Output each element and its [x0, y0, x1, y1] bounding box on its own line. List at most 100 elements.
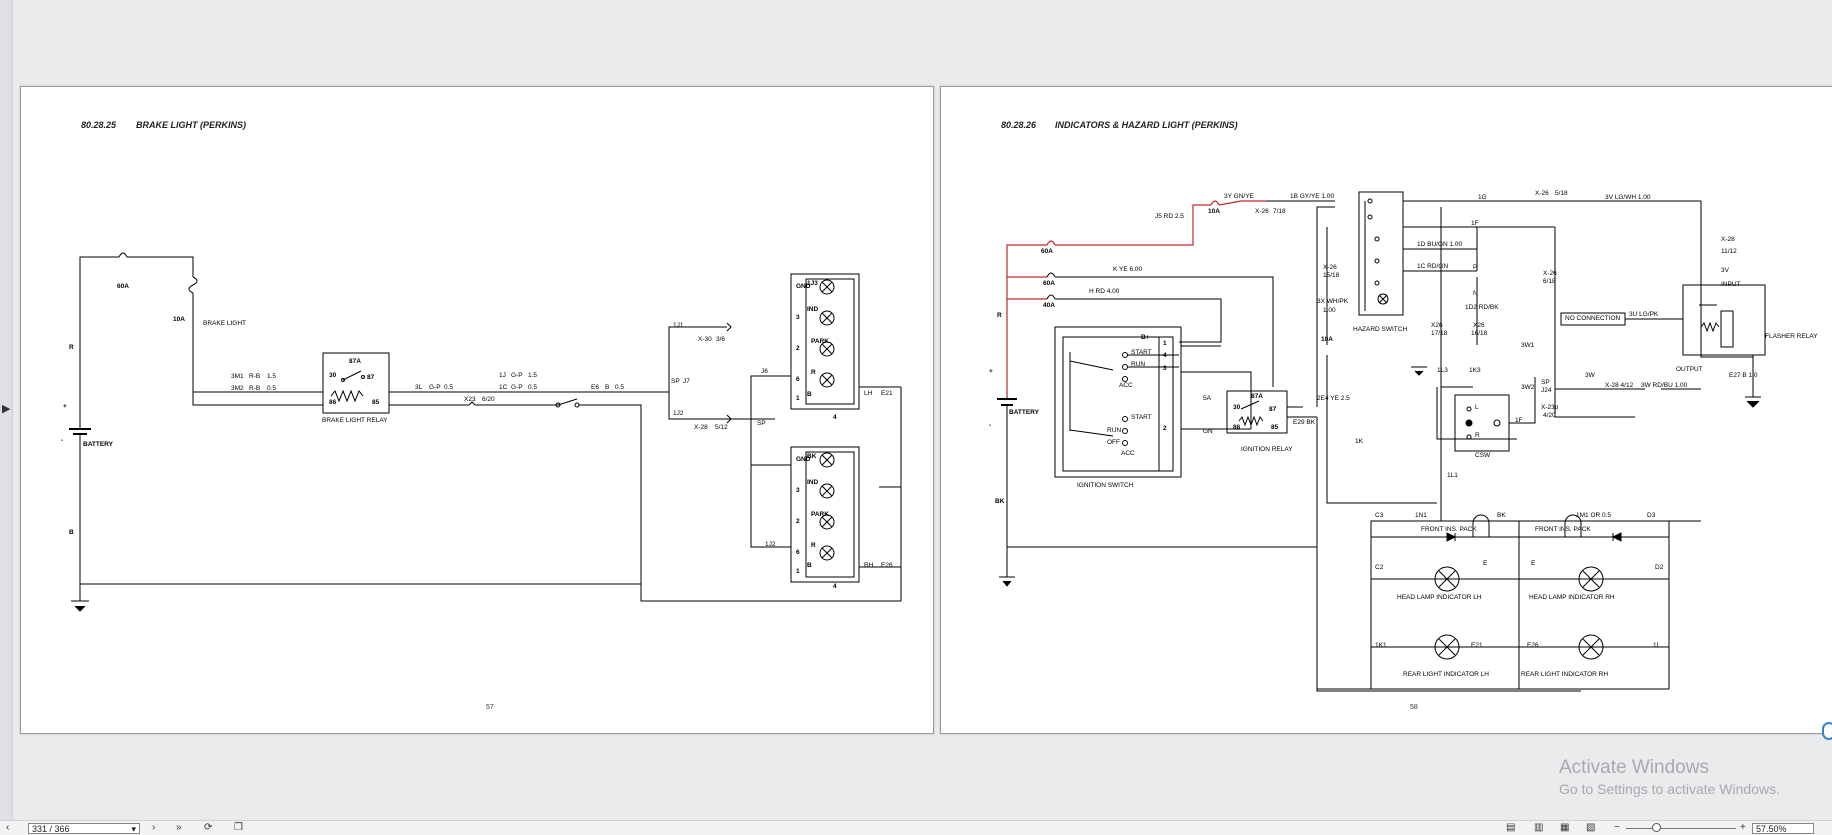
- wire-1j1-label: 1J1: [673, 322, 684, 329]
- pin-n-label: N: [1473, 290, 1478, 297]
- ign-pin-4: 4: [1163, 352, 1167, 359]
- page-number-input[interactable]: 331 / 366 ▾: [28, 823, 140, 834]
- front-ins-pack-rh-label: FRONT INS. PACK: [1535, 526, 1591, 533]
- ign-pin-3: 3: [1163, 365, 1167, 372]
- connector-x26-f-pin: 6/18: [1543, 278, 1556, 285]
- wire-1f-label: 1F: [1471, 220, 1479, 227]
- flasher-relay-label: FLASHER RELAY: [1765, 333, 1818, 340]
- wire-1c-label: 1C RD/GN: [1417, 263, 1449, 270]
- lh-pin-1: 6: [796, 376, 800, 383]
- rotate-icon[interactable]: ⟳: [204, 822, 212, 833]
- last-page-icon[interactable]: »: [176, 822, 182, 833]
- wire-1m1-label: 1M1 OR 0.5: [1576, 512, 1612, 519]
- zoom-level-input[interactable]: 57.50%: [1752, 823, 1814, 834]
- ignition-switch-label: IGNITION SWITCH: [1077, 482, 1134, 489]
- next-page-icon[interactable]: ›: [152, 822, 155, 833]
- relay-pin-87: 87: [367, 374, 375, 381]
- wire-1l-label: 1L: [1653, 642, 1661, 649]
- wire-1j-color: G-P: [511, 372, 523, 379]
- wire-1g-label: 1G: [1478, 194, 1487, 201]
- battery-label: BATTERY: [1009, 409, 1039, 416]
- rh-lamp-group-label: 4: [833, 583, 837, 590]
- single-page-view-icon[interactable]: ▤: [1506, 822, 1515, 833]
- splice-j24-label: J24: [1541, 387, 1552, 394]
- zoom-slider-thumb[interactable]: [1652, 823, 1661, 832]
- two-page-view-icon[interactable]: ▦: [1560, 822, 1569, 833]
- wire-e21-color: E21: [881, 390, 893, 397]
- wire-c2-label: C2: [1375, 564, 1384, 571]
- wire-j5-label: J5 RD 2.5: [1155, 213, 1184, 220]
- rh-r-label: PARK: [811, 511, 829, 518]
- brake-light-wiring-diagram: [69, 252, 902, 612]
- wire-1j2-lamp-label: J6: [761, 368, 768, 375]
- wire-3x-label: 3X WH/PK: [1317, 298, 1349, 305]
- battery-minus-label: -: [61, 437, 64, 444]
- wire-1k-label: 1K: [1355, 438, 1363, 445]
- windows-activation-watermark: Activate Windows Go to Settings to activ…: [1559, 756, 1780, 798]
- expand-panel-icon[interactable]: ▶: [2, 402, 10, 415]
- relay-pin-30: 30: [329, 372, 337, 379]
- wire-e-rh-label: E: [1531, 560, 1536, 567]
- connector-x28-b-label: X-28: [1721, 236, 1735, 243]
- wire-d3-label: D3: [1647, 512, 1656, 519]
- previous-page-icon[interactable]: ‹: [6, 822, 9, 833]
- wire-e6-color: B: [605, 384, 610, 391]
- wire-2e4-label: 2E4 YE 2.5: [1317, 395, 1350, 402]
- wire-e21-label: E21: [1471, 642, 1483, 649]
- rh-b-label: R: [811, 542, 816, 549]
- csw-label: CSW: [1475, 452, 1491, 459]
- wire-1j2-label: 1J2: [673, 410, 684, 417]
- continuous-view-icon[interactable]: ▥: [1534, 822, 1543, 833]
- wire-3y-label: 3Y GN/YE: [1224, 193, 1254, 200]
- viewer-toolbar: ‹ 331 / 366 ▾ › » ⟳ ❐ ▤ ▥ ▦ ▧ − + 57.50%: [0, 820, 1832, 835]
- lh-pin-6: 2: [796, 345, 800, 352]
- ign-start-label: START: [1131, 349, 1152, 356]
- zoom-out-icon[interactable]: −: [1614, 822, 1620, 833]
- copy-icon[interactable]: ❐: [234, 822, 243, 833]
- lh-park-label: IND: [807, 306, 819, 313]
- two-page-continuous-icon[interactable]: ▧: [1586, 822, 1595, 833]
- connector-x26-f-label: X-26: [1543, 270, 1557, 277]
- connector-x26-c-label: X26: [1431, 322, 1443, 329]
- connector-x26-e-pin: 5/18: [1555, 190, 1568, 197]
- connector-x23p-pin: 4/20: [1543, 412, 1556, 419]
- wire-3m1-color: R-B: [249, 373, 261, 380]
- lh-r-label: PARK: [811, 338, 829, 345]
- wire-1l3-label: 1L3: [1437, 367, 1448, 374]
- head-lamp-indicator-rh-label: HEAD LAMP INDICATOR RH: [1529, 594, 1615, 601]
- ign-run-2-label: RUN: [1107, 427, 1122, 434]
- wire-3w1-label: 3W1: [1521, 342, 1535, 349]
- left-panel-rail[interactable]: ▶: [0, 0, 13, 834]
- connector-x28-b-pin: 11/12: [1721, 248, 1737, 255]
- rh-pin-4: 1: [796, 568, 800, 575]
- wire-3w-label: 3W: [1585, 372, 1595, 379]
- wire-b-label: B: [69, 529, 74, 536]
- rh-pin-6: 2: [796, 518, 800, 525]
- assistant-icon[interactable]: [1822, 722, 1832, 740]
- wire-3m2-color: R-B: [249, 385, 261, 392]
- connector-x26-pin: 7/18: [1273, 208, 1286, 215]
- front-ins-pack-lh-label: FRONT INS. PACK: [1421, 526, 1477, 533]
- lh-pin-2: 3: [796, 314, 800, 321]
- zoom-slider-track[interactable]: [1626, 828, 1736, 829]
- relay-pin-87a: 87A: [349, 358, 361, 365]
- wire-3m2-label: 3M2: [231, 385, 244, 392]
- connector-x28-pin: 5/12: [715, 424, 728, 431]
- zoom-in-icon[interactable]: +: [1740, 822, 1746, 833]
- brake-light-relay-label: BRAKE LIGHT RELAY: [322, 417, 388, 424]
- chevron-down-icon[interactable]: ▾: [131, 824, 136, 835]
- connector-x26-b-pin: 15/18: [1323, 272, 1340, 279]
- relay-pin-85: 85: [372, 399, 380, 406]
- page-number-value: 331 / 366: [32, 824, 70, 834]
- ign-start-2-label: START: [1131, 414, 1152, 421]
- battery-plus-label: +: [63, 403, 67, 410]
- zoom-level-value: 57.50%: [1756, 824, 1787, 834]
- wire-3u-label: 3U LG/PK: [1629, 311, 1659, 318]
- wire-e6-label: E6: [591, 384, 599, 391]
- pin-p-label: P: [1473, 264, 1478, 271]
- connector-x26-d-label: X26: [1473, 322, 1485, 329]
- rh-park-label: IND: [807, 479, 819, 486]
- battery-plus-label: +: [989, 368, 993, 375]
- rh-gnd-label: B: [807, 562, 812, 569]
- wire-3w2-label: 3W2: [1521, 384, 1535, 391]
